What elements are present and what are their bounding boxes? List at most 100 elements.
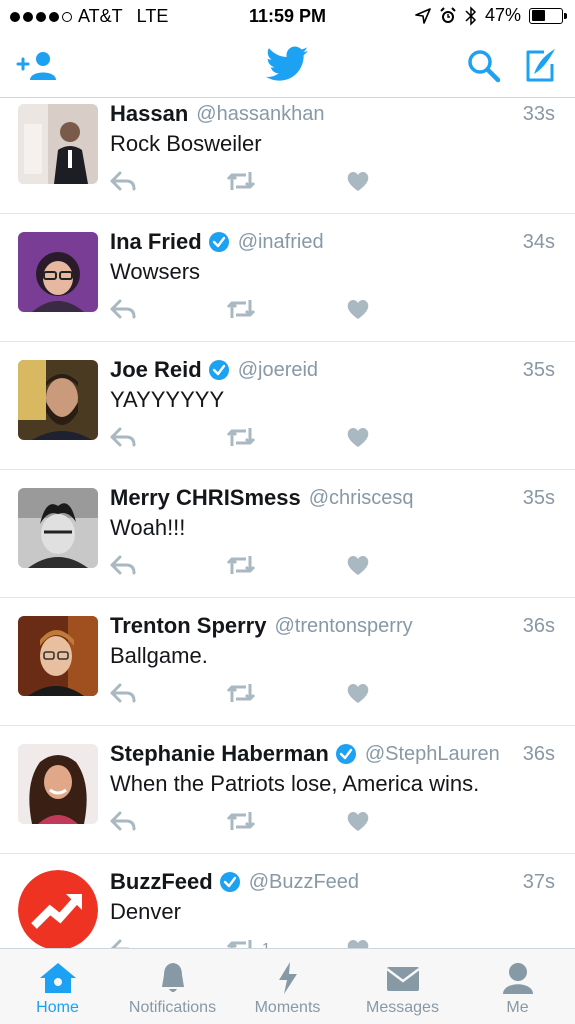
user-handle[interactable]: @StephLauren <box>365 743 517 766</box>
tweet[interactable]: Merry CHRISmess @chriscesq 35s Woah!!! <box>0 470 575 598</box>
like-icon[interactable] <box>346 810 370 832</box>
status-bar: AT&T LTE 11:59 PM 47% <box>0 0 575 34</box>
lightning-icon <box>278 962 297 994</box>
verified-badge-icon <box>208 232 229 252</box>
compose-icon[interactable] <box>522 46 558 84</box>
like-icon[interactable] <box>346 298 370 320</box>
user-name[interactable]: Joe Reid <box>110 357 202 383</box>
tweet-header: Trenton Sperry @trentonsperry 36s <box>110 613 555 639</box>
user-name[interactable]: Merry CHRISmess <box>110 485 301 511</box>
tab-label: Messages <box>366 999 439 1016</box>
person-icon <box>502 963 533 994</box>
alarm-icon <box>440 6 456 23</box>
tab-moments[interactable]: Moments <box>230 949 345 1024</box>
tweet-actions <box>110 810 410 834</box>
retweet-icon[interactable] <box>226 938 256 948</box>
user-name[interactable]: Hassan <box>110 101 188 127</box>
tweet-text: YAYYYYYY <box>110 387 225 412</box>
tweet-time: 35s <box>522 358 555 381</box>
tweet-header: Stephanie Haberman @StephLauren 36s <box>110 741 555 767</box>
tweet-time: 36s <box>522 614 555 637</box>
tweet[interactable]: Stephanie Haberman @StephLauren 36s When… <box>0 726 575 854</box>
user-handle[interactable]: @BuzzFeed <box>249 871 517 894</box>
tweet-actions <box>110 170 410 194</box>
user-handle[interactable]: @joereid <box>238 359 517 382</box>
tweet[interactable]: BuzzFeed @BuzzFeed 37s Denver 1 <box>0 854 575 948</box>
search-icon[interactable] <box>466 48 502 84</box>
user-name[interactable]: Stephanie Haberman <box>110 741 329 767</box>
tab-messages[interactable]: Messages <box>345 949 460 1024</box>
location-arrow-icon <box>415 7 431 24</box>
reply-icon[interactable] <box>110 554 136 576</box>
avatar[interactable] <box>18 232 98 312</box>
user-handle[interactable]: @hassankhan <box>196 103 516 126</box>
user-name[interactable]: Trenton Sperry <box>110 613 266 639</box>
user-name[interactable]: Ina Fried <box>110 229 202 255</box>
retweet-icon[interactable] <box>226 554 256 576</box>
battery-percent: 47% <box>484 5 521 25</box>
tweet-header: BuzzFeed @BuzzFeed 37s <box>110 869 555 895</box>
tab-label: Moments <box>254 999 321 1016</box>
tab-label: Me <box>506 999 529 1016</box>
avatar[interactable] <box>18 488 98 568</box>
tweet-time: 36s <box>522 742 555 765</box>
user-name[interactable]: BuzzFeed <box>110 869 213 895</box>
add-user-icon[interactable] <box>16 50 58 82</box>
avatar[interactable] <box>18 870 98 948</box>
reply-icon[interactable] <box>110 810 136 832</box>
tab-me[interactable]: Me <box>460 949 575 1024</box>
twitter-bird-icon[interactable] <box>266 46 308 82</box>
tweet[interactable]: Hassan @hassankhan 33s Rock Bosweiler <box>0 98 575 214</box>
retweet-icon[interactable] <box>226 426 256 448</box>
retweet-count: 1 <box>262 940 270 948</box>
tweet-header: Hassan @hassankhan 33s <box>110 101 555 127</box>
like-icon[interactable] <box>346 426 370 448</box>
tweet[interactable]: Joe Reid @joereid 35s YAYYYYYY <box>0 342 575 470</box>
timeline[interactable]: Hassan @hassankhan 33s Rock Bosweiler In… <box>0 98 575 948</box>
bell-icon <box>161 963 184 992</box>
reply-icon[interactable] <box>110 298 136 320</box>
tweet-text: Woah!!! <box>110 515 186 540</box>
reply-icon[interactable] <box>110 938 136 948</box>
tweet-text: When the Patriots lose, America wins. <box>110 771 480 796</box>
reply-icon[interactable] <box>110 170 136 192</box>
tweet-header: Joe Reid @joereid 35s <box>110 357 555 383</box>
like-icon[interactable] <box>346 554 370 576</box>
user-handle[interactable]: @chriscesq <box>309 487 517 510</box>
verified-badge-icon <box>208 360 229 380</box>
tab-label: Home <box>36 999 79 1016</box>
retweet-icon[interactable] <box>226 298 256 320</box>
reply-icon[interactable] <box>110 682 136 704</box>
user-handle[interactable]: @trentonsperry <box>274 615 516 638</box>
tweet-time: 34s <box>522 230 555 253</box>
battery-icon <box>529 7 567 24</box>
tab-home[interactable]: Home <box>0 949 115 1024</box>
like-icon[interactable] <box>346 170 370 192</box>
status-right: 47% <box>415 5 567 26</box>
tweet[interactable]: Ina Fried @inafried 34s Wowsers <box>0 214 575 342</box>
home-icon <box>39 963 76 993</box>
verified-badge-icon <box>335 744 356 764</box>
reply-icon[interactable] <box>110 426 136 448</box>
like-icon[interactable] <box>346 682 370 704</box>
tab-notifications[interactable]: Notifications <box>115 949 230 1024</box>
envelope-icon <box>385 967 420 991</box>
avatar[interactable] <box>18 616 98 696</box>
avatar[interactable] <box>18 104 98 184</box>
avatar[interactable] <box>18 744 98 824</box>
tweet-time: 37s <box>522 870 555 893</box>
tweet-header: Merry CHRISmess @chriscesq 35s <box>110 485 555 511</box>
avatar[interactable] <box>18 360 98 440</box>
retweet-icon[interactable] <box>226 682 256 704</box>
user-handle[interactable]: @inafried <box>238 231 517 254</box>
like-icon[interactable] <box>346 938 370 948</box>
retweet-icon[interactable] <box>226 170 256 192</box>
verified-badge-icon <box>219 872 240 892</box>
tweet-actions <box>110 426 410 450</box>
tweet-text: Rock Bosweiler <box>110 131 262 156</box>
tweet-text: Denver <box>110 899 181 924</box>
tab-bar: Home Notifications Moments Messages Me <box>0 948 575 1024</box>
tweet-text: Ballgame. <box>110 643 208 668</box>
tweet[interactable]: Trenton Sperry @trentonsperry 36s Ballga… <box>0 598 575 726</box>
retweet-icon[interactable] <box>226 810 256 832</box>
